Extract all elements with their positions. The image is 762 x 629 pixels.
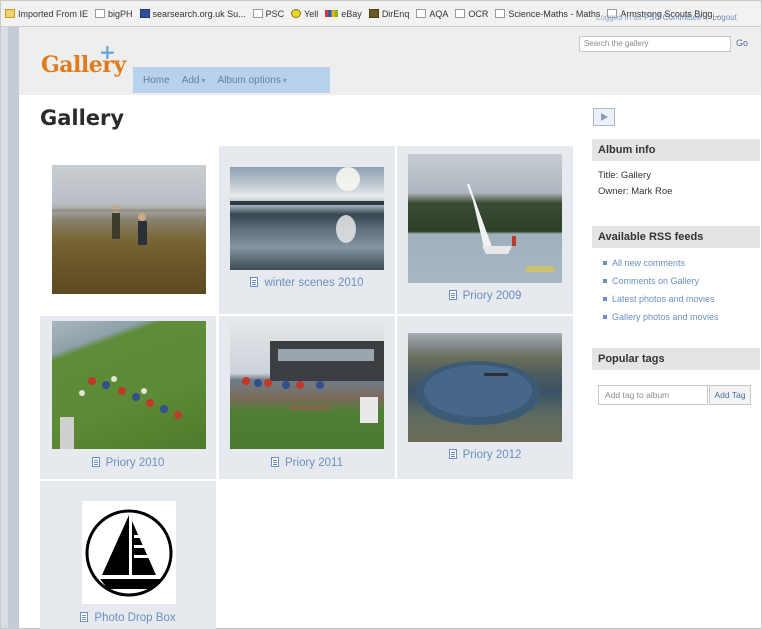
bookmark-science-maths[interactable]: Science-Maths - Maths — [495, 9, 600, 19]
search-input[interactable]: Search the gallery — [579, 36, 731, 52]
sailboat-logo-icon — [85, 509, 173, 597]
bookmark-ebay[interactable]: eBay — [325, 9, 362, 19]
page-icon — [416, 9, 427, 18]
bookmark-bigph[interactable]: bigPH — [95, 9, 133, 19]
rss-bullet-icon — [603, 297, 607, 301]
people-figures — [52, 205, 206, 245]
page-title: Gallery — [40, 106, 125, 130]
login-status: Logged in as PSC Committee | Logout — [596, 13, 737, 22]
folder-icon — [5, 9, 15, 18]
album-title-info: Title: Gallery — [598, 170, 651, 181]
rss-feeds-heading: Available RSS feeds — [592, 226, 760, 248]
page-icon — [455, 9, 466, 18]
nav-home[interactable]: Home — [133, 75, 176, 86]
add-tag-button[interactable]: Add Tag — [709, 385, 751, 405]
slideshow-icon[interactable] — [593, 108, 615, 126]
album-thumbnail[interactable] — [230, 323, 384, 449]
user-link[interactable]: PSC Committee — [644, 13, 701, 22]
album-caption-link[interactable]: Photo Drop Box — [40, 612, 216, 624]
sailboat — [467, 183, 554, 272]
album-icon — [271, 457, 280, 467]
rss-link-comments-gallery[interactable]: Comments on Gallery — [603, 276, 699, 286]
aerial-lake — [416, 361, 540, 425]
album-owner-info: Owner: Mark Roe — [598, 186, 673, 197]
clubhouse — [242, 341, 384, 423]
album-caption-link[interactable]: Priory 2010 — [40, 457, 216, 469]
album-icon — [250, 277, 259, 287]
bookmark-psc[interactable]: PSC — [252, 9, 284, 19]
album-thumbnail[interactable] — [230, 167, 384, 270]
chevron-down-icon: ▾ — [201, 75, 206, 85]
sunset-lake — [230, 167, 384, 243]
smiley-icon — [291, 9, 302, 18]
ebay-icon — [325, 10, 339, 17]
popular-tags-heading: Popular tags — [592, 348, 760, 370]
left-scroll-strip — [8, 27, 18, 628]
rss-bullet-icon — [603, 261, 607, 265]
album-thumbnail[interactable] — [52, 321, 206, 449]
bookmark-imported[interactable]: Imported From IE — [5, 9, 88, 19]
page-icon — [495, 9, 506, 18]
rss-bullet-icon — [603, 315, 607, 319]
search-go-button[interactable]: Go — [736, 38, 748, 48]
album-caption-link[interactable]: Priory 2009 — [397, 290, 573, 302]
album-caption-link[interactable]: Priory 2011 — [219, 457, 395, 469]
album-caption-link[interactable]: winter scenes 2010 — [219, 277, 395, 289]
add-tag-input[interactable]: Add tag to album — [598, 385, 708, 405]
album-caption-link[interactable]: Priory 2012 — [397, 449, 573, 461]
album-thumbnail[interactable] — [408, 154, 562, 283]
rss-link-gallery-photos[interactable]: Gallery photos and movies — [603, 312, 719, 322]
logout-link[interactable]: Logout — [712, 13, 736, 22]
album-icon — [91, 457, 100, 467]
album-thumbnail[interactable] — [52, 165, 206, 294]
rss-link-all-comments[interactable]: All new comments — [603, 258, 685, 268]
page-icon — [252, 9, 263, 18]
bookmark-direnq[interactable]: DirEnq — [368, 9, 409, 19]
album-thumbnail[interactable] — [82, 501, 176, 604]
bookmark-searsearch[interactable]: searsearch.org.uk Su... — [139, 9, 246, 19]
chevron-down-icon: ▾ — [282, 75, 287, 85]
bookmark-ocr[interactable]: OCR — [455, 9, 488, 19]
bookmark-yell[interactable]: Yell — [291, 9, 318, 19]
bookmark-aqa[interactable]: AQA — [416, 9, 448, 19]
album-icon — [80, 612, 89, 622]
page-icon — [368, 9, 379, 18]
rss-link-latest-photos[interactable]: Latest photos and movies — [603, 294, 715, 304]
nav-album-options[interactable]: Album options ▾ — [212, 75, 293, 86]
album-thumbnail[interactable] — [408, 333, 562, 442]
rss-bullet-icon — [603, 279, 607, 283]
site-icon — [139, 9, 150, 18]
album-info-heading: Album info — [592, 139, 760, 161]
main-nav: Home Add ▾ Album options ▾ — [133, 67, 330, 93]
logo-plus-icon: + — [99, 40, 116, 64]
page-icon — [95, 9, 106, 18]
nav-add[interactable]: Add ▾ — [176, 75, 212, 86]
album-icon — [448, 290, 457, 300]
group-on-bank — [60, 376, 182, 449]
album-icon — [448, 449, 457, 459]
